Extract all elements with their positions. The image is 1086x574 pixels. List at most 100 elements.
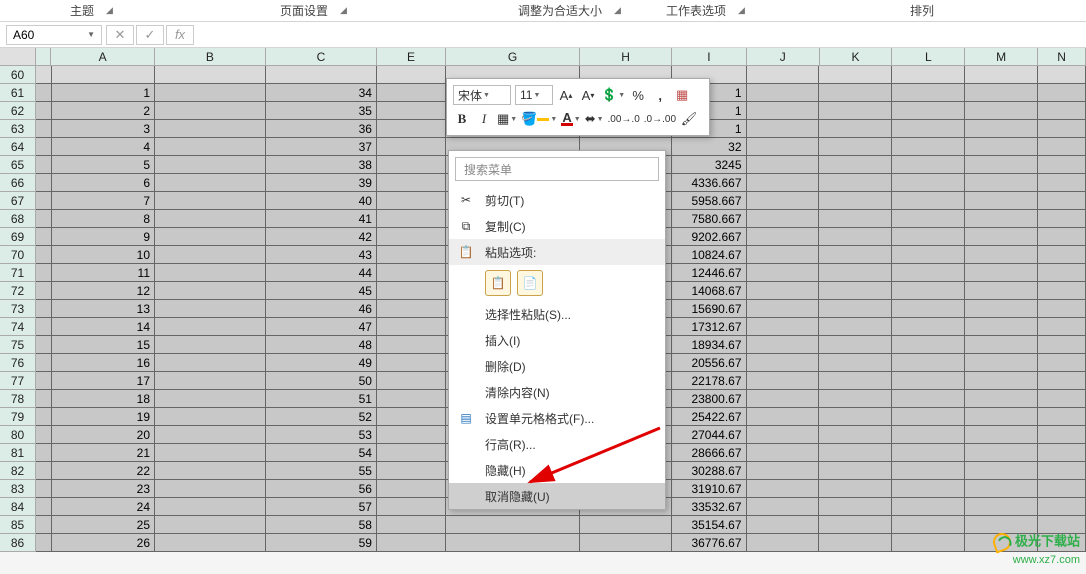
cell[interactable] — [377, 498, 446, 516]
cell[interactable] — [1038, 372, 1086, 390]
cell[interactable]: 56 — [266, 480, 377, 498]
cell[interactable]: 42 — [266, 228, 377, 246]
cell[interactable] — [1038, 210, 1086, 228]
cell[interactable] — [1038, 354, 1086, 372]
cell[interactable] — [1038, 120, 1086, 138]
cell[interactable] — [747, 228, 820, 246]
cell[interactable] — [155, 534, 266, 552]
menu-copy[interactable]: ⧉复制(C) — [449, 213, 665, 239]
cell[interactable] — [819, 174, 892, 192]
cell[interactable] — [36, 210, 52, 228]
cell[interactable] — [819, 264, 892, 282]
cell[interactable] — [965, 246, 1038, 264]
ribbon-group-page-setup[interactable]: 页面设置 — [276, 2, 332, 19]
cell[interactable] — [155, 426, 266, 444]
cell[interactable]: 20 — [52, 426, 155, 444]
accounting-format-button[interactable]: 💲▼ — [601, 85, 625, 105]
cell[interactable] — [819, 300, 892, 318]
cell[interactable] — [36, 534, 52, 552]
cell[interactable]: 36 — [266, 120, 377, 138]
row-header[interactable]: 68 — [0, 210, 36, 228]
cell[interactable] — [965, 336, 1038, 354]
cell[interactable] — [819, 408, 892, 426]
cell[interactable]: 59 — [266, 534, 377, 552]
cell[interactable]: 9202.667 — [672, 228, 747, 246]
column-header[interactable]: K — [820, 48, 893, 66]
cell[interactable]: 21 — [52, 444, 155, 462]
column-header[interactable]: N — [1038, 48, 1086, 66]
cell[interactable]: 22 — [52, 462, 155, 480]
cell[interactable]: 20556.67 — [672, 354, 747, 372]
cell[interactable] — [377, 102, 446, 120]
cell[interactable]: 22178.67 — [672, 372, 747, 390]
cell[interactable] — [36, 120, 52, 138]
cell[interactable] — [1038, 462, 1086, 480]
cell[interactable] — [892, 426, 965, 444]
cell[interactable]: 44 — [266, 264, 377, 282]
column-header[interactable]: C — [266, 48, 377, 66]
cell[interactable]: 26 — [52, 534, 155, 552]
cell[interactable]: 5958.667 — [672, 192, 747, 210]
cell[interactable]: 53 — [266, 426, 377, 444]
cell[interactable] — [892, 264, 965, 282]
cell[interactable] — [155, 66, 266, 84]
cell[interactable] — [1038, 138, 1086, 156]
cell[interactable] — [36, 390, 52, 408]
cell[interactable] — [819, 318, 892, 336]
cell[interactable] — [747, 534, 820, 552]
row-header[interactable]: 72 — [0, 282, 36, 300]
dialog-launcher-icon[interactable]: ◢ — [610, 5, 625, 16]
cell[interactable]: 23 — [52, 480, 155, 498]
cell[interactable] — [819, 246, 892, 264]
row-header[interactable]: 70 — [0, 246, 36, 264]
cell[interactable] — [377, 462, 446, 480]
cell[interactable] — [747, 426, 820, 444]
cell[interactable] — [1038, 498, 1086, 516]
row-header[interactable]: 66 — [0, 174, 36, 192]
cell[interactable] — [892, 354, 965, 372]
cell[interactable]: 52 — [266, 408, 377, 426]
cell[interactable] — [36, 498, 52, 516]
cell[interactable] — [377, 408, 446, 426]
cell[interactable] — [36, 174, 52, 192]
cell[interactable] — [36, 336, 52, 354]
cell[interactable] — [892, 480, 965, 498]
cell[interactable] — [747, 102, 820, 120]
chevron-down-icon[interactable]: ▼ — [87, 30, 95, 39]
cell[interactable]: 43 — [266, 246, 377, 264]
column-header[interactable]: M — [965, 48, 1038, 66]
cell[interactable] — [892, 156, 965, 174]
enter-formula-button[interactable]: ✓ — [136, 25, 164, 45]
dialog-launcher-icon[interactable]: ◢ — [734, 5, 749, 16]
cell[interactable] — [819, 66, 892, 84]
cell[interactable] — [377, 66, 446, 84]
cell[interactable]: 19 — [52, 408, 155, 426]
cell[interactable] — [747, 120, 820, 138]
cell[interactable] — [1038, 426, 1086, 444]
cell[interactable] — [747, 336, 820, 354]
row-header[interactable]: 86 — [0, 534, 36, 552]
cell[interactable] — [36, 300, 52, 318]
cell[interactable] — [747, 264, 820, 282]
cell[interactable] — [377, 336, 446, 354]
cell[interactable]: 49 — [266, 354, 377, 372]
cell[interactable] — [36, 480, 52, 498]
cell[interactable] — [819, 336, 892, 354]
cell[interactable] — [155, 318, 266, 336]
cell[interactable] — [747, 408, 820, 426]
cell[interactable]: 38 — [266, 156, 377, 174]
cell[interactable]: 45 — [266, 282, 377, 300]
cell[interactable] — [747, 282, 820, 300]
bold-button[interactable]: B — [453, 109, 471, 129]
cell[interactable] — [52, 66, 155, 84]
row-header[interactable]: 76 — [0, 354, 36, 372]
cell[interactable]: 18934.67 — [672, 336, 747, 354]
cell[interactable] — [377, 390, 446, 408]
cell[interactable] — [155, 354, 266, 372]
cell[interactable] — [1038, 156, 1086, 174]
cell[interactable] — [377, 372, 446, 390]
cell[interactable] — [819, 120, 892, 138]
cell[interactable] — [36, 84, 52, 102]
cell[interactable] — [36, 516, 52, 534]
cell[interactable] — [819, 138, 892, 156]
